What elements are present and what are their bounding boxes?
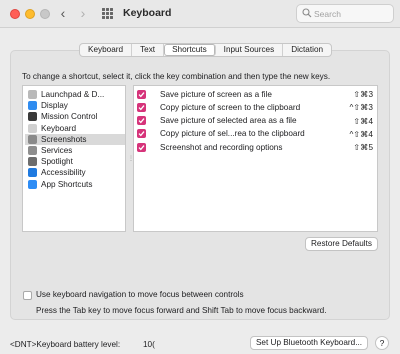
shortcut-enabled-checkbox[interactable]: [137, 89, 146, 99]
window-title: Keyboard: [123, 7, 172, 19]
keyboard-navigation-help-text: Press the Tab key to move focus forward …: [36, 306, 327, 315]
category-item[interactable]: Services: [25, 145, 125, 156]
display-icon: [28, 101, 37, 111]
category-label: Spotlight: [41, 157, 73, 167]
category-item[interactable]: Keyboard: [25, 123, 125, 134]
category-label: App Shortcuts: [41, 179, 93, 189]
minimize-window-button[interactable]: [25, 9, 35, 19]
forward-chevron-icon[interactable]: ›: [76, 5, 90, 21]
category-label: Screenshots: [41, 134, 87, 144]
category-item[interactable]: Mission Control: [25, 111, 125, 122]
category-item[interactable]: Accessibility: [25, 167, 125, 178]
close-window-button[interactable]: [10, 9, 20, 19]
screenshot-icon: [28, 134, 37, 144]
checkmark-icon: [138, 131, 145, 137]
shortcut-row[interactable]: Save picture of screen as a file ⇧⌘3: [137, 88, 377, 100]
keyboard-icon: [28, 123, 37, 133]
mission-control-icon: [28, 112, 37, 122]
battery-level-label: <DNT>Keyboard battery level:: [10, 340, 121, 349]
tab-input-sources[interactable]: Input Sources: [216, 44, 284, 56]
instructions-text: To change a shortcut, select it, click t…: [22, 72, 331, 81]
tab-dictation[interactable]: Dictation: [283, 44, 331, 56]
shortcut-enabled-checkbox[interactable]: [137, 142, 146, 152]
search-input[interactable]: [314, 7, 390, 20]
category-item[interactable]: Display: [25, 100, 125, 111]
set-up-bluetooth-keyboard-button[interactable]: Set Up Bluetooth Keyboard...: [250, 336, 368, 350]
search-field[interactable]: [296, 4, 394, 23]
checkmark-icon: [138, 118, 145, 124]
restore-defaults-button[interactable]: Restore Defaults: [305, 237, 378, 251]
shortcut-keys[interactable]: ⇧⌘5: [353, 142, 373, 152]
checkmark-icon: [138, 104, 145, 111]
tab-bar: Keyboard Text Shortcuts Input Sources Dictat…: [79, 43, 333, 57]
back-chevron-icon[interactable]: ‹: [56, 5, 70, 21]
shortcut-label: Screenshot and recording options: [160, 142, 283, 152]
tab-text[interactable]: Text: [132, 44, 165, 56]
tab-shortcuts[interactable]: Shortcuts: [164, 44, 216, 56]
magnifier-icon: [28, 157, 37, 167]
accessibility-icon: [28, 168, 37, 178]
shortcut-row[interactable]: Copy picture of screen to the clipboard ^…: [137, 101, 377, 113]
category-item[interactable]: Spotlight: [25, 156, 125, 167]
shortcut-keys[interactable]: ⇧⌘3: [353, 89, 373, 99]
show-all-grid-icon[interactable]: [102, 8, 113, 19]
checkmark-icon: [138, 144, 145, 151]
category-list[interactable]: Launchpad & D... Display Mission Control Ke…: [22, 85, 126, 232]
category-label: Keyboard: [41, 123, 77, 133]
category-item[interactable]: App Shortcuts: [25, 179, 125, 190]
shortcut-keys[interactable]: ^⇧⌘4: [350, 129, 373, 139]
search-icon: [302, 8, 312, 18]
shortcut-label: Save picture of screen as a file: [160, 89, 272, 99]
shortcut-label: Copy picture of sel...rea to the clipboa…: [160, 129, 305, 139]
gear-icon: [28, 146, 37, 155]
shortcut-enabled-checkbox[interactable]: [137, 102, 146, 112]
app-store-icon: [28, 179, 37, 189]
shortcut-keys[interactable]: ⇧⌘4: [353, 116, 373, 126]
keyboard-navigation-checkbox[interactable]: [23, 291, 32, 300]
shortcut-list[interactable]: Save picture of screen as a file ⇧⌘3 Copy …: [133, 85, 378, 232]
category-label: Launchpad & D...: [41, 90, 105, 99]
shortcut-row[interactable]: Save picture of selected area as a file ⇧…: [137, 115, 377, 127]
shortcut-enabled-checkbox[interactable]: [137, 116, 146, 126]
title-bar: ‹ › Keyboard: [0, 0, 400, 28]
category-label: Mission Control: [41, 112, 98, 122]
category-label: Accessibility: [41, 168, 86, 178]
shortcut-enabled-checkbox[interactable]: [137, 129, 146, 139]
shortcut-label: Copy picture of screen to the clipboard: [160, 102, 301, 112]
battery-level-value: 10(: [143, 340, 155, 349]
checkmark-icon: [138, 91, 145, 97]
zoom-window-button[interactable]: [40, 9, 50, 19]
shortcut-row[interactable]: Screenshot and recording options ⇧⌘5: [137, 141, 377, 153]
tab-keyboard[interactable]: Keyboard: [80, 44, 133, 56]
category-item[interactable]: Screenshots: [25, 133, 125, 145]
category-label: Services: [41, 146, 73, 155]
shortcut-keys[interactable]: ^⇧⌘3: [350, 102, 373, 112]
launchpad-icon: [28, 90, 37, 99]
category-item[interactable]: Launchpad & D...: [25, 89, 125, 100]
category-label: Display: [41, 101, 68, 111]
keyboard-navigation-label: Use keyboard navigation to move focus be…: [36, 290, 244, 299]
help-button[interactable]: ?: [375, 336, 389, 350]
shortcut-row[interactable]: Copy picture of sel...rea to the clipboa…: [137, 128, 377, 140]
shortcut-label: Save picture of selected area as a file: [160, 116, 297, 126]
